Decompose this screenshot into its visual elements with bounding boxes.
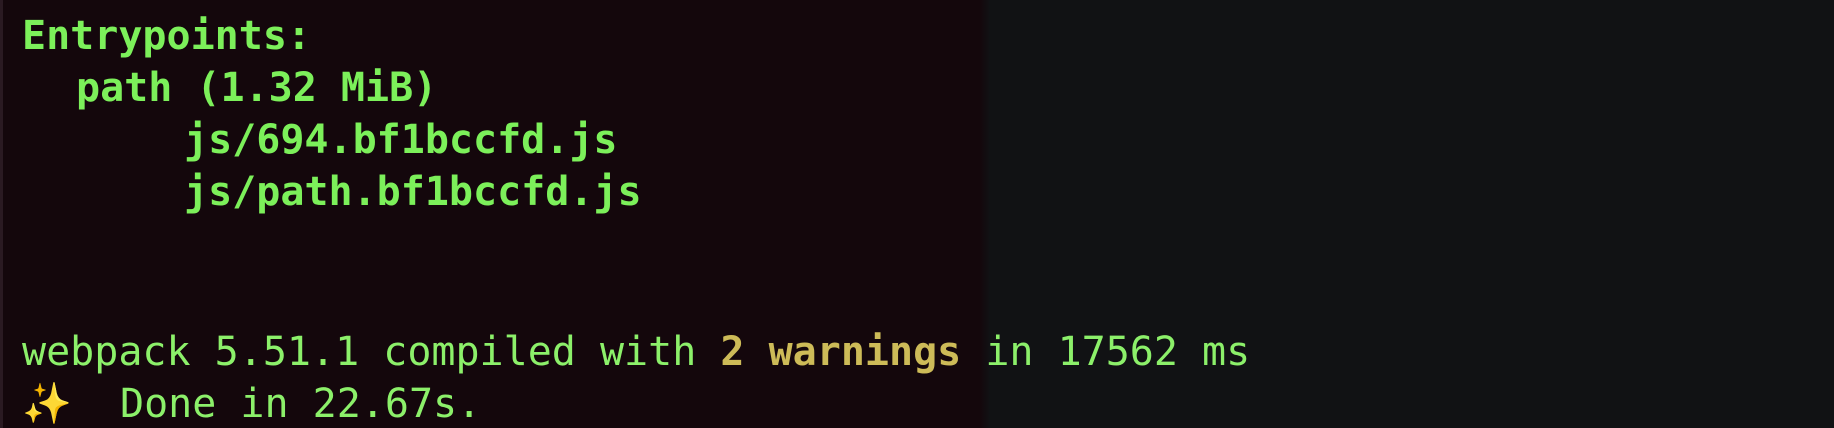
compile-summary-line: webpack 5.51.1 compiled with 2 warnings … (22, 326, 1250, 378)
warning-word: warnings (768, 329, 962, 375)
entrypoint-name: path (1.32 MiB) (76, 65, 438, 111)
done-line: ✨ Done in 22.67s. (22, 378, 481, 428)
sparkles-icon: ✨ (22, 381, 72, 427)
done-text: Done in 22.67s. (119, 381, 482, 427)
entrypoint-file: js/694.bf1bccfd.js (184, 117, 618, 163)
warning-count: 2 (720, 329, 745, 375)
compile-prefix: webpack 5.51.1 compiled with (22, 329, 721, 375)
entrypoint-file: js/path.bf1bccfd.js (184, 169, 642, 215)
terminal-edge (0, 0, 3, 428)
terminal-window[interactable]: Entrypoints: path (1.32 MiB) js/694.bf1b… (0, 0, 1834, 428)
compile-suffix: in 17562 ms (961, 329, 1251, 375)
entrypoints-heading: Entrypoints: (22, 13, 311, 59)
